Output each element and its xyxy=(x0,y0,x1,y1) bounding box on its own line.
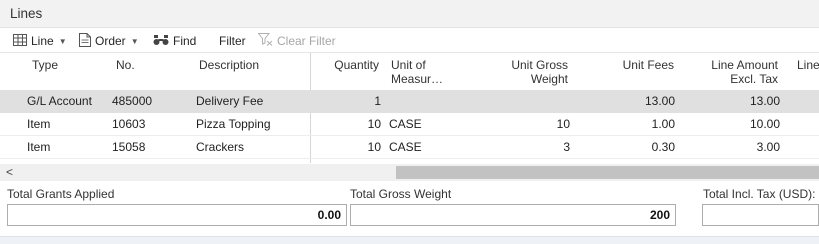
column-header-unit-fees[interactable]: Unit Fees xyxy=(600,58,674,72)
filter-button[interactable]: Filter xyxy=(219,29,246,53)
cell-description[interactable]: Pizza Topping xyxy=(196,113,271,136)
column-header-quantity[interactable]: Quantity xyxy=(320,58,379,72)
cell-unit-gross-weight[interactable] xyxy=(490,90,570,113)
bottom-strip xyxy=(0,236,819,244)
cell-unit-gross-weight[interactable]: 10 xyxy=(490,113,570,136)
lines-part-header: Lines xyxy=(0,0,819,28)
cell-unit-gross-weight[interactable]: 3 xyxy=(490,136,570,159)
cell-description[interactable]: Crackers xyxy=(196,136,244,159)
cell-description[interactable]: Delivery Fee xyxy=(196,90,263,113)
column-header-no[interactable]: No. xyxy=(116,58,135,72)
find-button[interactable]: Find xyxy=(153,29,196,53)
document-icon xyxy=(79,32,91,50)
cell-type[interactable]: Item xyxy=(27,136,50,159)
column-header-line-amount[interactable]: Line Amount Excl. Tax xyxy=(690,58,778,86)
column-header-unit-gross-weight[interactable]: Unit Gross Weight xyxy=(490,58,568,86)
line-menu-label: Line xyxy=(31,34,54,48)
order-menu-label: Order xyxy=(95,34,126,48)
column-header-type[interactable]: Type xyxy=(32,58,58,72)
order-menu-button[interactable]: Order ▼ xyxy=(79,29,139,53)
total-grants-applied-field[interactable]: 0.00 xyxy=(7,204,347,226)
total-grants-applied-label: Total Grants Applied xyxy=(7,187,115,201)
total-incl-tax-field[interactable] xyxy=(702,204,819,226)
scroll-left-arrow[interactable]: < xyxy=(6,164,13,181)
cell-type[interactable]: Item xyxy=(27,113,50,136)
cell-unit-fees[interactable]: 13.00 xyxy=(600,90,675,113)
cell-no[interactable]: 10603 xyxy=(112,113,145,136)
table-row[interactable]: G/L Account 485000 Delivery Fee 1 13.00 … xyxy=(0,90,819,113)
cell-quantity[interactable]: 1 xyxy=(320,90,381,113)
clear-filter-label: Clear Filter xyxy=(277,34,336,48)
cell-no[interactable]: 485000 xyxy=(112,90,152,113)
column-header-unit-of-measure[interactable]: Unit of Measur… xyxy=(391,58,443,86)
grid-icon xyxy=(13,33,27,49)
lines-toolbar: Line ▼ Order ▼ Find Filter Clear Filter xyxy=(0,29,819,53)
clear-filter-icon xyxy=(257,33,273,49)
column-header-line-cut[interactable]: Line xyxy=(797,58,819,72)
cell-unit-fees[interactable]: 1.00 xyxy=(600,113,675,136)
cell-quantity[interactable]: 10 xyxy=(320,113,381,136)
cell-type[interactable]: G/L Account xyxy=(27,90,92,113)
cell-quantity[interactable]: 10 xyxy=(320,136,381,159)
table-row[interactable]: Item 15058 Crackers 10 CASE 3 0.30 3.00 xyxy=(0,136,819,159)
cell-line-amount[interactable]: 3.00 xyxy=(690,136,780,159)
total-incl-tax-label: Total Incl. Tax (USD): xyxy=(703,187,816,201)
cell-line-amount[interactable]: 10.00 xyxy=(690,113,780,136)
clear-filter-button[interactable]: Clear Filter xyxy=(257,29,336,53)
cell-unit-of-measure[interactable]: CASE xyxy=(389,136,422,159)
find-label: Find xyxy=(173,34,197,48)
part-title: Lines xyxy=(10,6,43,21)
table-row[interactable]: Item 10603 Pizza Topping 10 CASE 10 1.00… xyxy=(0,113,819,136)
cell-no[interactable]: 15058 xyxy=(112,136,145,159)
total-gross-weight-label: Total Gross Weight xyxy=(350,187,452,201)
filter-label: Filter xyxy=(219,34,246,48)
column-header-description[interactable]: Description xyxy=(199,58,259,72)
chevron-down-icon: ▼ xyxy=(58,36,67,46)
cell-unit-of-measure[interactable]: CASE xyxy=(389,113,422,136)
scrollbar-thumb[interactable] xyxy=(396,166,819,179)
lines-grid: Type No. Description Quantity Unit of Me… xyxy=(0,53,819,163)
total-gross-weight-field[interactable]: 200 xyxy=(350,204,676,226)
horizontal-scrollbar[interactable]: < xyxy=(0,164,819,181)
cell-unit-fees[interactable]: 0.30 xyxy=(600,136,675,159)
line-menu-button[interactable]: Line ▼ xyxy=(13,29,67,53)
cell-line-amount[interactable]: 13.00 xyxy=(690,90,780,113)
chevron-down-icon: ▼ xyxy=(130,36,139,46)
binoculars-icon xyxy=(153,34,169,49)
